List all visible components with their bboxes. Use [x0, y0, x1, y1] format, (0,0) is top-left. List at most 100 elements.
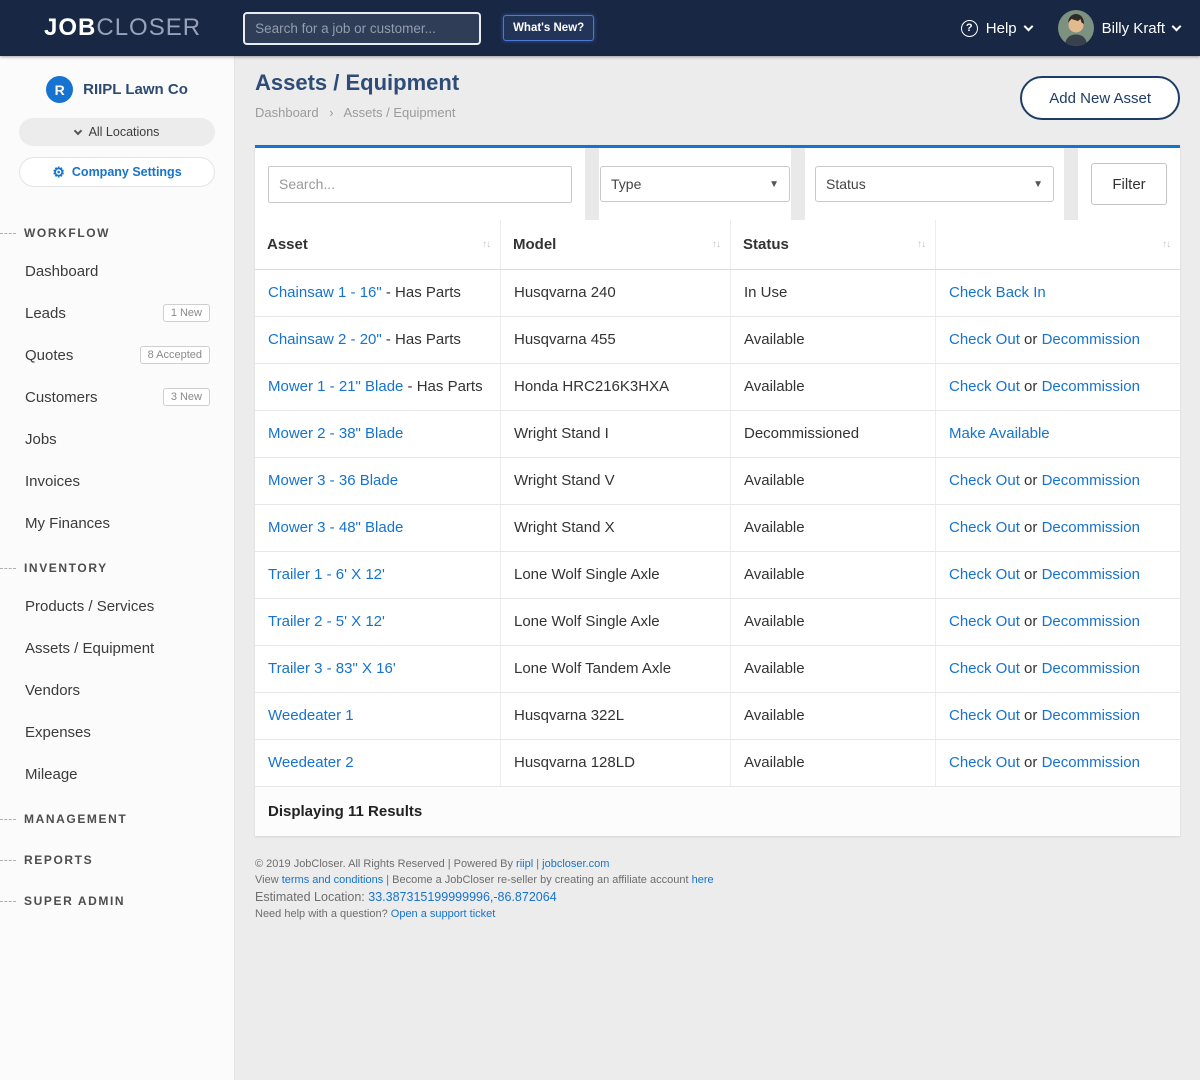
action-cell: Check Out or Decommission: [935, 740, 1180, 786]
sidebar-item-quotes[interactable]: Quotes8 Accepted: [0, 334, 234, 376]
table-body: Chainsaw 1 - 16" - Has PartsHusqvarna 24…: [255, 270, 1180, 787]
help-menu[interactable]: ? Help: [961, 20, 1032, 37]
action-link[interactable]: Check Out: [949, 472, 1020, 489]
table-search-input[interactable]: [268, 166, 572, 203]
sidebar-item-products-services[interactable]: Products / Services: [0, 585, 234, 627]
action-link[interactable]: Decommission: [1042, 519, 1140, 536]
asset-link[interactable]: Trailer 3 - 83" X 16': [268, 660, 396, 677]
app-logo[interactable]: JOBCLOSER: [44, 14, 201, 42]
column-header-model[interactable]: Model ↑↓: [500, 220, 730, 269]
asset-link[interactable]: Weedeater 2: [268, 754, 354, 771]
sidebar-item-my-finances[interactable]: My Finances: [0, 502, 234, 544]
asset-link[interactable]: Mower 1 - 21" Blade: [268, 378, 403, 395]
asset-link[interactable]: Chainsaw 1 - 16": [268, 284, 382, 301]
action-link[interactable]: Decommission: [1042, 378, 1140, 395]
action-link[interactable]: Make Available: [949, 425, 1050, 442]
action-link[interactable]: Decommission: [1042, 472, 1140, 489]
sidebar-item-customers[interactable]: Customers3 New: [0, 376, 234, 418]
action-link[interactable]: Check Out: [949, 566, 1020, 583]
sidebar-item-label: Quotes: [25, 347, 73, 364]
asset-link[interactable]: Mower 3 - 36 Blade: [268, 472, 398, 489]
status-cell: Available: [730, 552, 935, 598]
asset-link[interactable]: Mower 2 - 38" Blade: [268, 425, 403, 442]
sidebar-item-jobs[interactable]: Jobs: [0, 418, 234, 460]
action-link[interactable]: Decommission: [1042, 754, 1140, 771]
status-panel: Status ▼: [805, 148, 1064, 220]
asset-link[interactable]: Trailer 1 - 6' X 12': [268, 566, 385, 583]
action-link[interactable]: Check Out: [949, 754, 1020, 771]
action-cell: Check Out or Decommission: [935, 458, 1180, 504]
action-link[interactable]: Decommission: [1042, 660, 1140, 677]
action-link[interactable]: Check Out: [949, 331, 1020, 348]
model-cell: Honda HRC216K3HXA: [500, 364, 730, 410]
action-separator: or: [1020, 613, 1042, 630]
company-header[interactable]: R RIIPL Lawn Co: [0, 56, 234, 103]
company-settings-button[interactable]: ⚙ Company Settings: [19, 157, 215, 187]
action-link[interactable]: Decommission: [1042, 707, 1140, 724]
model-cell: Husqvarna 455: [500, 317, 730, 363]
estimated-location-link[interactable]: 33.387315199999996,-86.872064: [368, 890, 556, 904]
status-cell: Available: [730, 740, 935, 786]
model-cell: Husqvarna 128LD: [500, 740, 730, 786]
action-link[interactable]: Check Out: [949, 613, 1020, 630]
asset-cell: Weedeater 1: [255, 693, 500, 739]
sidebar-item-dashboard[interactable]: Dashboard: [0, 250, 234, 292]
sidebar-item-label: Assets / Equipment: [25, 640, 154, 657]
jobcloser-link[interactable]: jobcloser.com: [542, 858, 609, 870]
sidebar-item-mileage[interactable]: Mileage: [0, 753, 234, 795]
asset-cell: Chainsaw 2 - 20" - Has Parts: [255, 317, 500, 363]
user-menu[interactable]: Billy Kraft: [1058, 10, 1180, 46]
status-select[interactable]: Status ▼: [815, 166, 1054, 202]
sidebar-item-assets-equipment[interactable]: Assets / Equipment: [0, 627, 234, 669]
sort-icon[interactable]: ↑↓: [712, 239, 720, 250]
action-separator: or: [1020, 378, 1042, 395]
action-link[interactable]: Check Out: [949, 378, 1020, 395]
terms-and-conditions-link[interactable]: terms and conditions: [282, 874, 384, 886]
footer-text: | Become a JobCloser re-seller by creati…: [383, 874, 691, 886]
locations-dropdown[interactable]: All Locations: [19, 118, 215, 146]
action-link[interactable]: Decommission: [1042, 331, 1140, 348]
sort-icon[interactable]: ↑↓: [482, 239, 490, 250]
sort-icon[interactable]: ↑↓: [917, 239, 925, 250]
whats-new-button[interactable]: What's New?: [503, 15, 594, 41]
column-header-status[interactable]: Status ↑↓: [730, 220, 935, 269]
global-search-input[interactable]: [243, 12, 481, 45]
sidebar-item-badge: 3 New: [163, 388, 210, 406]
sidebar-item-leads[interactable]: Leads1 New: [0, 292, 234, 334]
table-row: Mower 1 - 21" Blade - Has PartsHonda HRC…: [255, 364, 1180, 411]
asset-link[interactable]: Trailer 2 - 5' X 12': [268, 613, 385, 630]
action-link[interactable]: Check Out: [949, 660, 1020, 677]
sidebar-item-label: Leads: [25, 305, 66, 322]
table-row: Trailer 2 - 5' X 12'Lone Wolf Single Axl…: [255, 599, 1180, 646]
affiliate-here-link[interactable]: here: [692, 874, 714, 886]
asset-link[interactable]: Weedeater 1: [268, 707, 354, 724]
sidebar-item-expenses[interactable]: Expenses: [0, 711, 234, 753]
action-link[interactable]: Check Out: [949, 519, 1020, 536]
action-link[interactable]: Decommission: [1042, 566, 1140, 583]
sidebar-item-vendors[interactable]: Vendors: [0, 669, 234, 711]
support-ticket-link[interactable]: Open a support ticket: [391, 908, 496, 920]
asset-cell: Mower 3 - 36 Blade: [255, 458, 500, 504]
status-cell: Available: [730, 458, 935, 504]
action-link[interactable]: Decommission: [1042, 613, 1140, 630]
add-new-asset-button[interactable]: Add New Asset: [1020, 76, 1180, 120]
asset-link[interactable]: Mower 3 - 48" Blade: [268, 519, 403, 536]
asset-link[interactable]: Chainsaw 2 - 20": [268, 331, 382, 348]
model-cell: Wright Stand V: [500, 458, 730, 504]
footer-terms-line: View terms and conditions | Become a Job…: [255, 874, 1180, 886]
sidebar-item-invoices[interactable]: Invoices: [0, 460, 234, 502]
footer-text: © 2019 JobCloser. All Rights Reserved | …: [255, 858, 516, 870]
action-link[interactable]: Check Back In: [949, 284, 1046, 301]
asset-cell: Trailer 1 - 6' X 12': [255, 552, 500, 598]
table-header: Asset ↑↓ Model ↑↓ Status ↑↓ ↑↓: [255, 220, 1180, 270]
filter-button[interactable]: Filter: [1091, 163, 1167, 205]
type-select[interactable]: Type ▼: [600, 166, 790, 202]
column-header-actions[interactable]: ↑↓: [935, 220, 1180, 269]
riipl-link[interactable]: riipl: [516, 858, 533, 870]
column-header-asset[interactable]: Asset ↑↓: [255, 220, 500, 269]
sort-icon[interactable]: ↑↓: [1162, 239, 1170, 250]
action-cell: Check Out or Decommission: [935, 693, 1180, 739]
breadcrumb-dashboard-link[interactable]: Dashboard: [255, 105, 319, 120]
main-content: Assets / Equipment Dashboard › Assets / …: [235, 56, 1200, 1080]
action-link[interactable]: Check Out: [949, 707, 1020, 724]
